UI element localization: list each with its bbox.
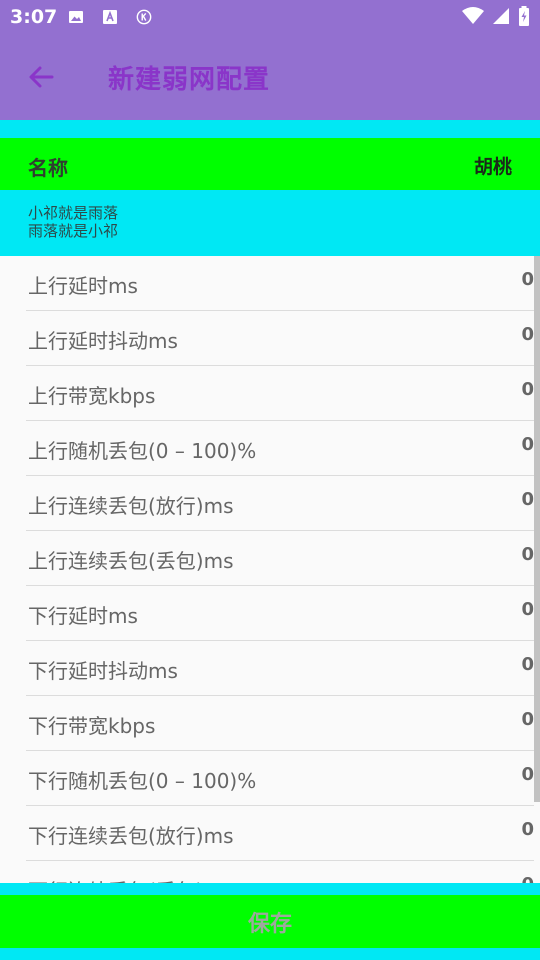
description-line: 小祁就是雨落	[28, 204, 119, 222]
wifi-icon	[462, 7, 484, 29]
setting-row-downlink-bandwidth[interactable]: 下行带宽kbps 0	[26, 696, 534, 751]
page-title: 新建弱网配置	[108, 65, 271, 95]
setting-label: 下行延时抖动ms	[28, 659, 178, 683]
save-area-bottom-strip	[0, 948, 540, 960]
setting-row-uplink-jitter[interactable]: 上行延时抖动ms 0	[26, 311, 534, 366]
setting-value[interactable]: 0	[521, 379, 534, 400]
app-bar: 新建弱网配置	[0, 34, 540, 120]
setting-value[interactable]: 0	[521, 874, 534, 883]
setting-label: 上行连续丢包(放行)ms	[28, 494, 234, 518]
setting-value[interactable]: 0	[521, 434, 534, 455]
setting-label: 下行延时ms	[28, 604, 138, 628]
setting-row-uplink-random-loss[interactable]: 上行随机丢包(0 – 100)% 0	[26, 421, 534, 476]
setting-row-downlink-random-loss[interactable]: 下行随机丢包(0 – 100)% 0	[26, 751, 534, 806]
description-text: 小祁就是雨落 雨落就是小祁	[28, 204, 118, 240]
setting-value[interactable]: 0	[521, 819, 534, 840]
setting-label: 上行延时ms	[28, 274, 138, 298]
app-a-notification-icon	[102, 9, 118, 25]
setting-row-uplink-burst-drop[interactable]: 上行连续丢包(丢包)ms 0	[26, 531, 534, 586]
setting-value[interactable]: 0	[521, 544, 534, 565]
status-bar: 3:07	[0, 0, 540, 34]
setting-row-downlink-burst-drop[interactable]: 下行连续丢包(丢包)ms 0	[26, 861, 534, 883]
setting-value[interactable]: 0	[521, 324, 534, 345]
name-label: 名称	[28, 156, 68, 180]
save-area-top-strip	[0, 883, 540, 895]
setting-value[interactable]: 0	[521, 269, 534, 290]
setting-value[interactable]: 0	[521, 489, 534, 510]
list-scrollbar[interactable]	[534, 256, 540, 802]
setting-label: 上行随机丢包(0 – 100)%	[28, 439, 257, 463]
save-button[interactable]: 保存	[0, 895, 540, 948]
name-value[interactable]: 胡桃	[474, 152, 512, 179]
setting-row-uplink-burst-pass[interactable]: 上行连续丢包(放行)ms 0	[26, 476, 534, 531]
setting-row-uplink-delay[interactable]: 上行延时ms 0	[26, 256, 534, 311]
setting-row-downlink-burst-pass[interactable]: 下行连续丢包(放行)ms 0	[26, 806, 534, 861]
setting-value[interactable]: 0	[521, 599, 534, 620]
back-arrow-icon[interactable]	[26, 61, 58, 93]
settings-list[interactable]: 上行延时ms 0 上行延时抖动ms 0 上行带宽kbps 0 上行随机丢包(0 – 1…	[0, 256, 540, 883]
description-line: 雨落就是小祁	[28, 222, 119, 240]
setting-label: 下行带宽kbps	[28, 714, 156, 738]
setting-row-uplink-bandwidth[interactable]: 上行带宽kbps 0	[26, 366, 534, 421]
setting-label: 下行随机丢包(0 – 100)%	[28, 769, 257, 793]
setting-value[interactable]: 0	[521, 709, 534, 730]
setting-label: 下行连续丢包(放行)ms	[28, 824, 234, 848]
setting-label: 下行连续丢包(丢包)ms	[28, 875, 234, 883]
setting-row-downlink-jitter[interactable]: 下行延时抖动ms 0	[26, 641, 534, 696]
image-notification-icon	[68, 9, 84, 25]
battery-icon	[518, 6, 530, 30]
setting-value[interactable]: 0	[521, 654, 534, 675]
setting-label: 上行连续丢包(丢包)ms	[28, 549, 234, 573]
setting-value[interactable]: 0	[521, 764, 534, 785]
cell-signal-icon	[492, 7, 510, 29]
name-field-row[interactable]: 名称 胡桃	[0, 138, 540, 190]
setting-row-downlink-delay[interactable]: 下行延时ms 0	[26, 586, 534, 641]
status-time: 3:07	[10, 6, 58, 28]
app-k-notification-icon	[136, 9, 152, 25]
status-icons	[462, 6, 530, 30]
setting-label: 上行带宽kbps	[28, 384, 156, 408]
setting-label: 上行延时抖动ms	[28, 329, 178, 353]
